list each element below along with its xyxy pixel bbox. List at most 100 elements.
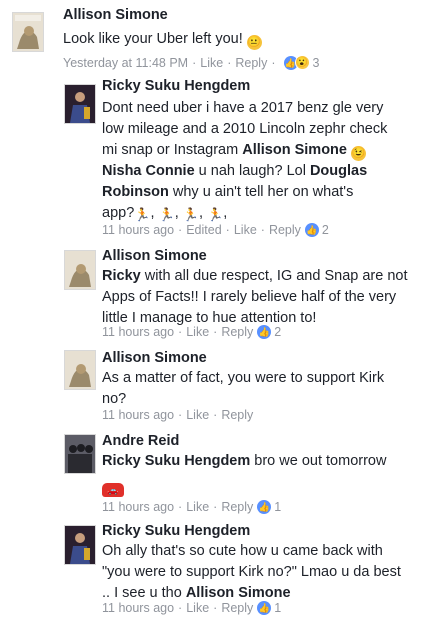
thumbs-up-icon[interactable]: 👍	[257, 500, 272, 514]
mention-link[interactable]: Douglas	[310, 163, 367, 179]
timestamp[interactable]: 11 hours ago	[102, 325, 174, 339]
avatar[interactable]	[64, 350, 96, 390]
comment-line: Nisha Connie u nah laugh? Lol Douglas	[102, 161, 387, 182]
like-button[interactable]: Like	[186, 325, 209, 339]
line-text: mi snap or Instagram	[102, 142, 239, 158]
avatar[interactable]	[64, 84, 96, 124]
comment-text: Look like your Uber left you! 😐	[63, 29, 262, 50]
mention-link[interactable]: Ricky	[102, 268, 141, 284]
separator: ·	[178, 325, 183, 339]
line-text: u nah laugh? Lol	[194, 163, 310, 179]
thumbs-up-icon[interactable]: 👍	[257, 325, 272, 339]
comment-text: Oh ally that's so cute how u came back w…	[102, 541, 401, 604]
separator: ·	[213, 408, 218, 422]
comment-line: Oh ally that's so cute how u came back w…	[102, 543, 383, 559]
timestamp[interactable]: 11 hours ago	[102, 601, 174, 615]
reaction-count[interactable]: 2	[322, 223, 329, 237]
thumbs-up-icon[interactable]: 👍	[304, 223, 319, 237]
thumbs-up-icon[interactable]: 👍	[257, 601, 272, 615]
wow-face-icon[interactable]: 😮	[294, 55, 310, 70]
separator: ·	[225, 223, 230, 237]
comment-line: Apps of Facts!! I rarely believe half of…	[102, 289, 397, 305]
separator: ·	[178, 601, 183, 615]
person-running-emoji: 🏃	[158, 207, 175, 222]
person-running-emoji: 🏃	[207, 207, 224, 222]
separator: ·	[213, 325, 218, 339]
comment-line: "you were to support Kirk no?" Lmao u da…	[102, 564, 401, 580]
reply-button[interactable]: Reply	[235, 56, 267, 70]
like-button[interactable]: Like	[234, 223, 257, 237]
winking-face-emoji: 😉	[351, 146, 367, 161]
avatar[interactable]	[64, 250, 96, 290]
separator: ·	[178, 408, 183, 422]
like-button[interactable]: Like	[186, 408, 209, 422]
mention-link[interactable]: Allison Simone	[186, 585, 291, 601]
avatar[interactable]	[12, 12, 44, 52]
comment-text: Ricky Suku Hengdem bro we out tomorrow 🚗	[102, 451, 386, 498]
avatar[interactable]	[64, 434, 96, 474]
avatar-image	[65, 251, 95, 289]
separator: ·	[192, 55, 197, 70]
line-text: bro we out tomorrow	[250, 453, 387, 469]
comment-meta: 11 hours ago · Like · Reply	[102, 408, 253, 422]
comment-line: 🚗	[102, 472, 386, 498]
comment-meta: Yesterday at 11:48 PM · Like · Reply · 👍…	[63, 55, 319, 70]
commenter-name[interactable]: Andre Reid	[102, 433, 179, 449]
person-running-emoji: 🏃	[134, 207, 151, 222]
reaction-count[interactable]: 3	[313, 56, 320, 70]
commenter-name[interactable]: Ricky Suku Hengdem	[102, 78, 250, 94]
comment-line: low mileage and a 2010 Lincoln zephr che…	[102, 121, 388, 137]
line-text: app?	[102, 205, 135, 221]
reply-button[interactable]: Reply	[221, 408, 253, 422]
reaction-count[interactable]: 2	[274, 325, 281, 339]
avatar-image	[65, 85, 95, 123]
mention-link[interactable]: Nisha Connie	[102, 163, 195, 179]
mention-link[interactable]: Robinson	[102, 184, 169, 200]
commenter-name[interactable]: Allison Simone	[102, 350, 207, 366]
comment-line: Ricky Suku Hengdem bro we out tomorrow	[102, 451, 386, 472]
separator: ·	[178, 500, 183, 514]
separator: ·	[178, 223, 183, 237]
mention-link[interactable]: Ricky Suku Hengdem	[102, 453, 250, 469]
comment-text: Dont need uber i have a 2017 benz gle ve…	[102, 98, 387, 224]
separator: ·	[227, 55, 232, 70]
line-text: why u ain't tell her on what's	[168, 184, 354, 200]
reply-button[interactable]: Reply	[221, 325, 253, 339]
separator: ·	[260, 223, 265, 237]
avatar-image	[13, 13, 43, 51]
reply-button[interactable]: Reply	[221, 601, 253, 615]
red-car-emoji: 🚗	[102, 483, 124, 497]
timestamp[interactable]: 11 hours ago	[102, 408, 174, 422]
avatar[interactable]	[64, 525, 96, 565]
comment-text: Ricky with all due respect, IG and Snap …	[102, 266, 408, 329]
comment-line: Robinson why u ain't tell her on what's	[102, 182, 387, 203]
line-text: with all due respect, IG and Snap are no…	[140, 268, 408, 284]
comment-line: Ricky with all due respect, IG and Snap …	[102, 266, 408, 287]
edited-label[interactable]: Edited	[186, 223, 221, 237]
avatar-image	[65, 526, 95, 564]
like-button[interactable]: Like	[186, 601, 209, 615]
mention-link[interactable]: Allison Simone	[242, 142, 347, 158]
separator: ·	[271, 55, 276, 70]
separator: ·	[213, 601, 218, 615]
separator: ·	[213, 500, 218, 514]
timestamp[interactable]: 11 hours ago	[102, 223, 174, 237]
comment-line: Dont need uber i have a 2017 benz gle ve…	[102, 100, 384, 116]
comment-line: app?🏃, 🏃, 🏃, 🏃,	[102, 205, 228, 222]
reaction-count[interactable]: 1	[274, 601, 281, 615]
reply-button[interactable]: Reply	[221, 500, 253, 514]
reply-button[interactable]: Reply	[269, 223, 301, 237]
commenter-name[interactable]: Allison Simone	[63, 7, 168, 23]
timestamp[interactable]: Yesterday at 11:48 PM	[63, 56, 188, 70]
commenter-name[interactable]: Allison Simone	[102, 248, 207, 264]
comment-meta: 11 hours ago · Like · Reply 👍 2	[102, 325, 281, 339]
neutral-face-emoji: 😐	[246, 35, 262, 50]
timestamp[interactable]: 11 hours ago	[102, 500, 174, 514]
reaction-count[interactable]: 1	[274, 500, 281, 514]
avatar-image	[65, 435, 95, 473]
like-button[interactable]: Like	[186, 500, 209, 514]
comment-line: Look like your Uber left you!	[63, 31, 243, 47]
avatar-image	[65, 351, 95, 389]
like-button[interactable]: Like	[200, 56, 223, 70]
commenter-name[interactable]: Ricky Suku Hengdem	[102, 523, 250, 539]
